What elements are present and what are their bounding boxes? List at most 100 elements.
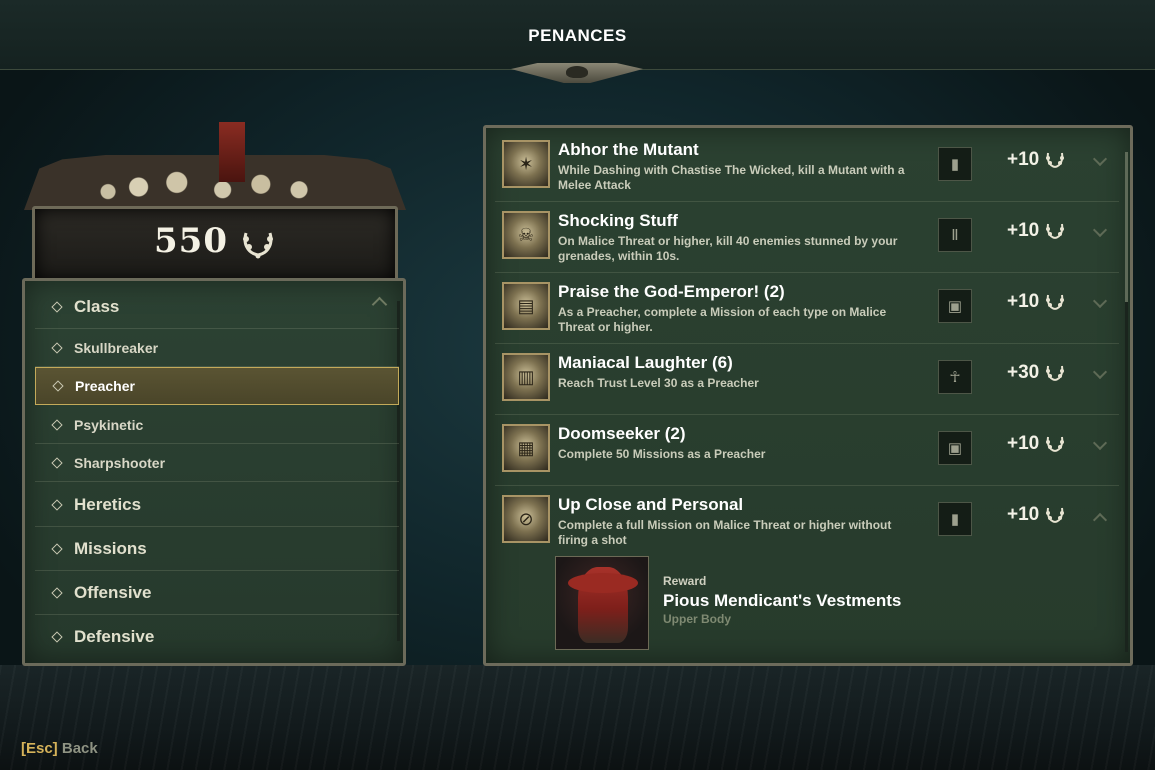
penance-scrollbar[interactable] (1125, 152, 1128, 652)
laurel-wreath-icon (1045, 434, 1065, 454)
category-heretics[interactable]: Heretics (35, 483, 399, 527)
diamond-icon (51, 631, 63, 643)
diamond-icon (51, 418, 63, 431)
diamond-icon (51, 498, 63, 511)
diamond-icon (51, 456, 63, 469)
diamond-icon (52, 380, 64, 392)
laurel-wreath-icon (1045, 363, 1065, 383)
chevron-down-icon[interactable] (1092, 293, 1108, 309)
category-label: Offensive (74, 582, 152, 602)
penance-title: Maniacal Laughter (6) (558, 353, 733, 372)
skull-icon: ☠ (502, 211, 550, 259)
category-label: Skullbreaker (74, 339, 159, 356)
penance-title: Up Close and Personal (558, 495, 744, 514)
penance-row[interactable]: ▤ Praise the God-Emperor! (2) As a Preac… (495, 276, 1119, 344)
penance-points: +10 (1007, 291, 1087, 313)
category-skullbreaker[interactable]: Skullbreaker (35, 329, 399, 367)
score-plaque: 550 (24, 118, 406, 286)
penance-row[interactable]: ☠ Shocking Stuff On Malice Threat or hig… (495, 205, 1119, 273)
banner-decoration (219, 122, 245, 182)
reward-type: Upper Body (663, 612, 732, 626)
laurel-wreath-icon (1045, 292, 1065, 312)
category-offensive[interactable]: Offensive (35, 571, 399, 615)
penance-title: Doomseeker (2) (558, 424, 686, 443)
points-value: +10 (1007, 149, 1040, 170)
chevron-down-icon[interactable] (1092, 222, 1108, 238)
eagle-ornament-icon (511, 63, 643, 83)
category-label: Sharpshooter (74, 454, 166, 471)
tome-icon: ▦ (502, 424, 550, 472)
penance-points: +10 (1007, 504, 1087, 526)
portrait-frame-icon: ▣ (938, 289, 972, 323)
chevron-down-icon[interactable] (1092, 435, 1108, 451)
category-sharpshooter[interactable]: Sharpshooter (35, 444, 399, 482)
penance-description: While Dashing with Chastise The Wicked, … (558, 163, 905, 192)
scroll-icon: ▤ (502, 282, 550, 330)
laurel-wreath-icon (241, 227, 275, 259)
penance-title: Praise the God-Emperor! (2) (558, 282, 785, 301)
back-button[interactable]: [Esc] Back (21, 740, 98, 757)
penance-title: Abhor the Mutant (558, 140, 699, 159)
armor-vestments-icon (568, 567, 638, 643)
lower-body-icon: Ⅱ (938, 218, 972, 252)
category-panel: Class Skullbreaker Preacher Psykinetic S… (22, 278, 406, 666)
no-gun-icon: ⊘ (502, 495, 550, 543)
laurel-wreath-icon (1045, 150, 1065, 170)
portrait-frame-icon: ▣ (938, 431, 972, 465)
diamond-icon (51, 542, 63, 555)
penance-row[interactable]: ▥ Maniacal Laughter (6) Reach Trust Leve… (495, 347, 1119, 415)
points-value: +10 (1007, 433, 1040, 454)
back-label: Back (61, 740, 98, 757)
penance-title: Shocking Stuff (558, 211, 678, 230)
chevron-up-icon[interactable] (1092, 512, 1108, 528)
chevron-up-icon[interactable] (371, 296, 388, 313)
penance-points: +10 (1007, 433, 1087, 455)
category-preacher[interactable]: Preacher (35, 367, 399, 405)
chevron-down-icon[interactable] (1092, 151, 1108, 167)
laurel-wreath-icon (1045, 505, 1065, 525)
skull-pile-decoration (24, 118, 406, 210)
diamond-icon (51, 586, 63, 599)
penance-points: +10 (1007, 220, 1087, 242)
scrollbar-thumb[interactable] (1125, 152, 1128, 302)
top-bar: PENANCES (0, 0, 1155, 70)
penance-row[interactable]: ▦ Doomseeker (2) Complete 50 Missions as… (495, 418, 1119, 486)
penance-description: On Malice Threat or higher, kill 40 enem… (558, 234, 898, 263)
upper-body-icon: ▮ (938, 502, 972, 536)
penance-description: Complete 50 Missions as a Preacher (558, 447, 766, 461)
category-label: Preacher (75, 378, 135, 394)
category-defensive[interactable]: Defensive (35, 615, 399, 659)
mutant-icon: ✶ (502, 140, 550, 188)
diamond-icon (51, 341, 63, 354)
category-label: Defensive (74, 627, 155, 646)
laurel-wreath-icon (1045, 221, 1065, 241)
reward-preview-image (555, 556, 649, 650)
points-value: +10 (1007, 291, 1040, 312)
reward-name: Pious Mendicant's Vestments (663, 591, 902, 610)
penance-points: +30 (1007, 362, 1087, 384)
score-value: 550 (154, 221, 228, 261)
score-display: 550 (154, 221, 314, 261)
emote-icon: ☥ (938, 360, 972, 394)
chevron-down-icon[interactable] (1092, 364, 1108, 380)
points-value: +10 (1007, 220, 1040, 241)
penance-row[interactable]: ✶ Abhor the Mutant While Dashing with Ch… (495, 134, 1119, 202)
points-value: +30 (1007, 362, 1040, 383)
penance-points: +10 (1007, 149, 1087, 171)
upper-body-icon: ▮ (938, 147, 972, 181)
penance-description: Complete a full Mission on Malice Threat… (558, 518, 892, 547)
book-icon: ▥ (502, 353, 550, 401)
diamond-icon (51, 300, 63, 313)
category-psykinetic[interactable]: Psykinetic (35, 406, 399, 444)
category-label: Psykinetic (74, 416, 144, 433)
category-label: Heretics (74, 494, 142, 514)
points-value: +10 (1007, 504, 1040, 525)
floor-background (0, 665, 1155, 770)
category-missions[interactable]: Missions (35, 527, 399, 571)
penance-description: As a Preacher, complete a Mission of eac… (558, 305, 887, 334)
category-label: Missions (74, 538, 147, 558)
penance-description: Reach Trust Level 30 as a Preacher (558, 376, 759, 390)
category-class[interactable]: Class (35, 285, 399, 329)
category-label: Class (74, 296, 120, 316)
esc-key-hint: [Esc] (21, 740, 58, 757)
